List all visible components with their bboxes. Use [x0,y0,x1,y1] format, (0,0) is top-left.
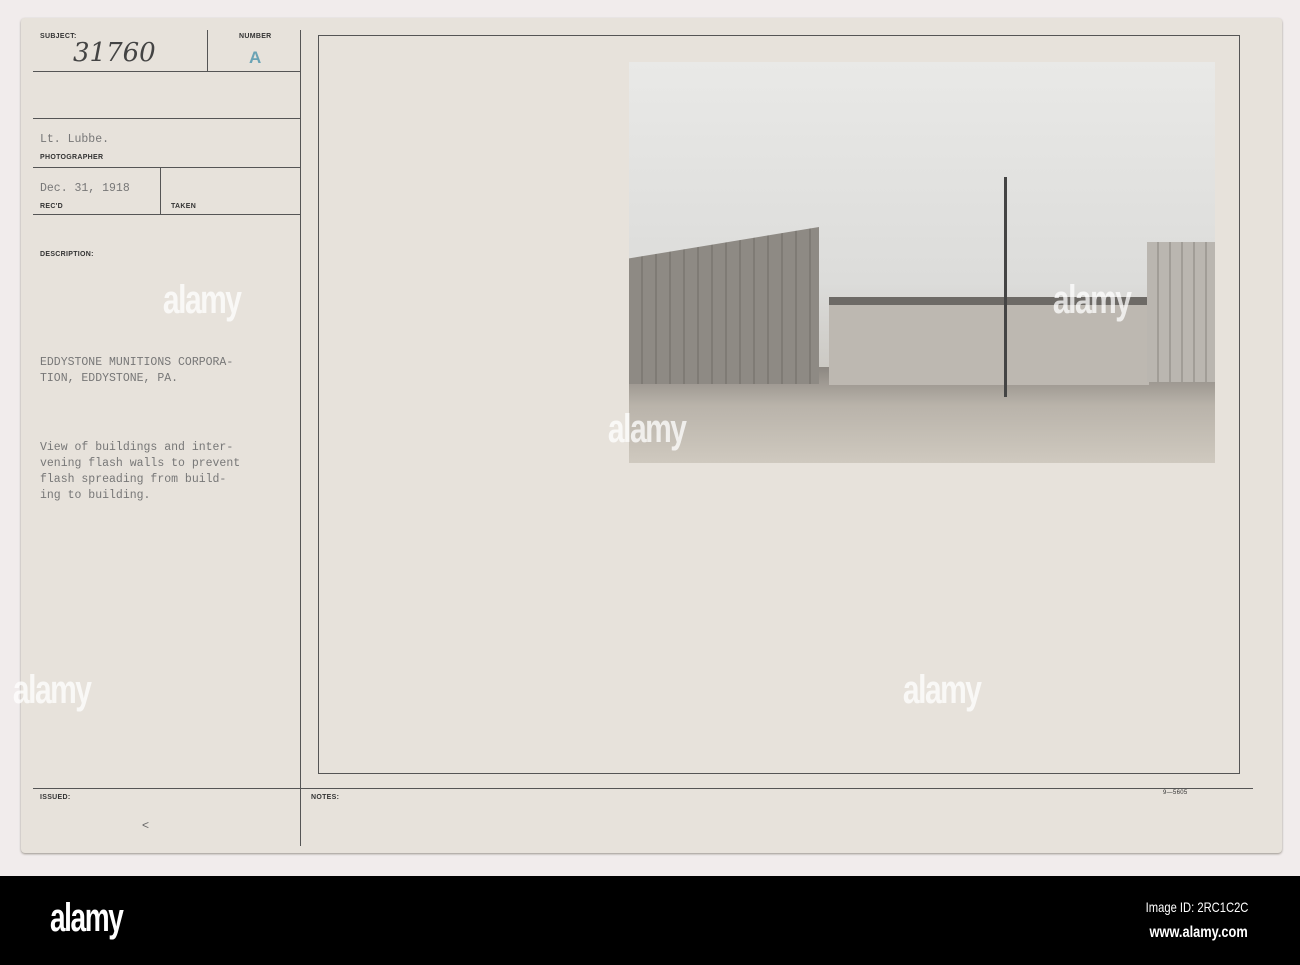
footer-bar [0,876,1300,965]
form-number: 9—5605 [1163,790,1188,796]
subject-label: SUBJECT: [40,33,77,40]
issued-label: ISSUED: [40,794,71,801]
divider [33,167,300,168]
flash-wall [629,227,819,384]
photographer-value: Lt. Lubbe. [40,133,110,146]
description-label: DESCRIPTION: [40,251,94,258]
notes-label: NOTES: [311,794,340,801]
date-value: Dec. 31, 1918 [40,182,130,195]
divider [207,30,208,72]
issued-mark: < [142,818,150,832]
flash-wall [1147,242,1215,382]
divider [33,71,300,72]
image-id: Image ID: 2RC1C2C [1145,899,1248,915]
subject-value: 31760 [73,38,156,68]
description-line: ing to building. [40,489,151,502]
divider [33,788,1253,789]
description-block: View of buildings and inter- vening flas… [40,440,240,504]
divider [300,30,301,846]
watermark: alamy [1052,278,1132,322]
description-line: flash spreading from build- [40,473,227,486]
photographer-label: PHOTOGRAPHER [40,154,104,161]
divider [33,118,300,119]
recd-label: REC'D [40,203,63,210]
photograph [629,62,1215,463]
taken-label: TAKEN [171,203,197,210]
title-line: TION, EDDYSTONE, PA. [40,372,179,385]
watermark: alamy [607,407,687,451]
alamy-logo: alamy [50,896,124,940]
site-url[interactable]: www.alamy.com [1150,924,1248,942]
number-label: NUMBER [239,33,272,40]
watermark: alamy [902,668,982,712]
title-block: EDDYSTONE MUNITIONS CORPORA- TION, EDDYS… [40,355,233,387]
watermark: alamy [12,668,92,712]
number-value: A [249,48,262,67]
lamp-post [1004,177,1007,397]
description-line: vening flash walls to prevent [40,457,241,470]
divider [160,168,161,215]
divider [33,214,300,215]
description-line: View of buildings and inter- [40,441,234,454]
title-line: EDDYSTONE MUNITIONS CORPORA- [40,356,234,369]
watermark: alamy [162,278,242,322]
